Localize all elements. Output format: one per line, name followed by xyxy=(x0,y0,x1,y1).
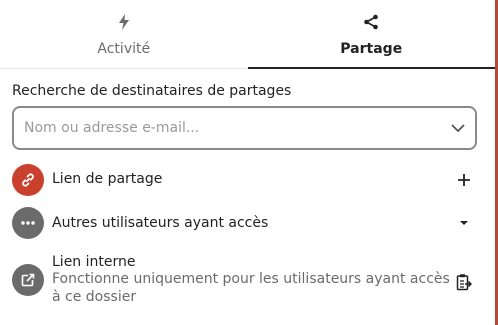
tab-activity[interactable]: Activité xyxy=(0,0,248,68)
share-icon xyxy=(363,12,379,32)
search-field[interactable] xyxy=(12,106,477,150)
add-icon[interactable] xyxy=(452,168,476,192)
flash-icon xyxy=(117,12,131,32)
link-icon xyxy=(12,164,44,196)
tab-sharing-label: Partage xyxy=(340,41,403,57)
internal-link-title: Lien interne xyxy=(52,254,136,270)
more-icon xyxy=(12,207,44,239)
clipboard-icon[interactable] xyxy=(452,270,476,294)
tab-sharing[interactable]: Partage xyxy=(247,0,496,69)
chevron-down-icon[interactable] xyxy=(449,119,467,137)
tab-activity-label: Activité xyxy=(97,41,151,57)
share-link-row[interactable]: Lien de partage xyxy=(12,164,482,196)
triangle-down-icon[interactable] xyxy=(452,211,476,235)
internal-link-subtitle: Fonctionne uniquement pour les utilisate… xyxy=(52,271,450,305)
internal-link-row[interactable]: Lien interne Fonctionne uniquement pour … xyxy=(12,254,482,306)
search-label: Recherche de destinataires de partages xyxy=(12,83,292,99)
search-input[interactable] xyxy=(24,120,449,136)
sharing-sidebar: Activité Partage Recherche de destinatai… xyxy=(0,0,498,325)
tab-bar: Activité Partage xyxy=(0,0,495,69)
other-users-row[interactable]: Autres utilisateurs ayant accès xyxy=(12,207,482,239)
external-link-icon xyxy=(12,264,44,296)
other-users-title: Autres utilisateurs ayant accès xyxy=(52,215,269,231)
share-link-title: Lien de partage xyxy=(52,171,163,187)
